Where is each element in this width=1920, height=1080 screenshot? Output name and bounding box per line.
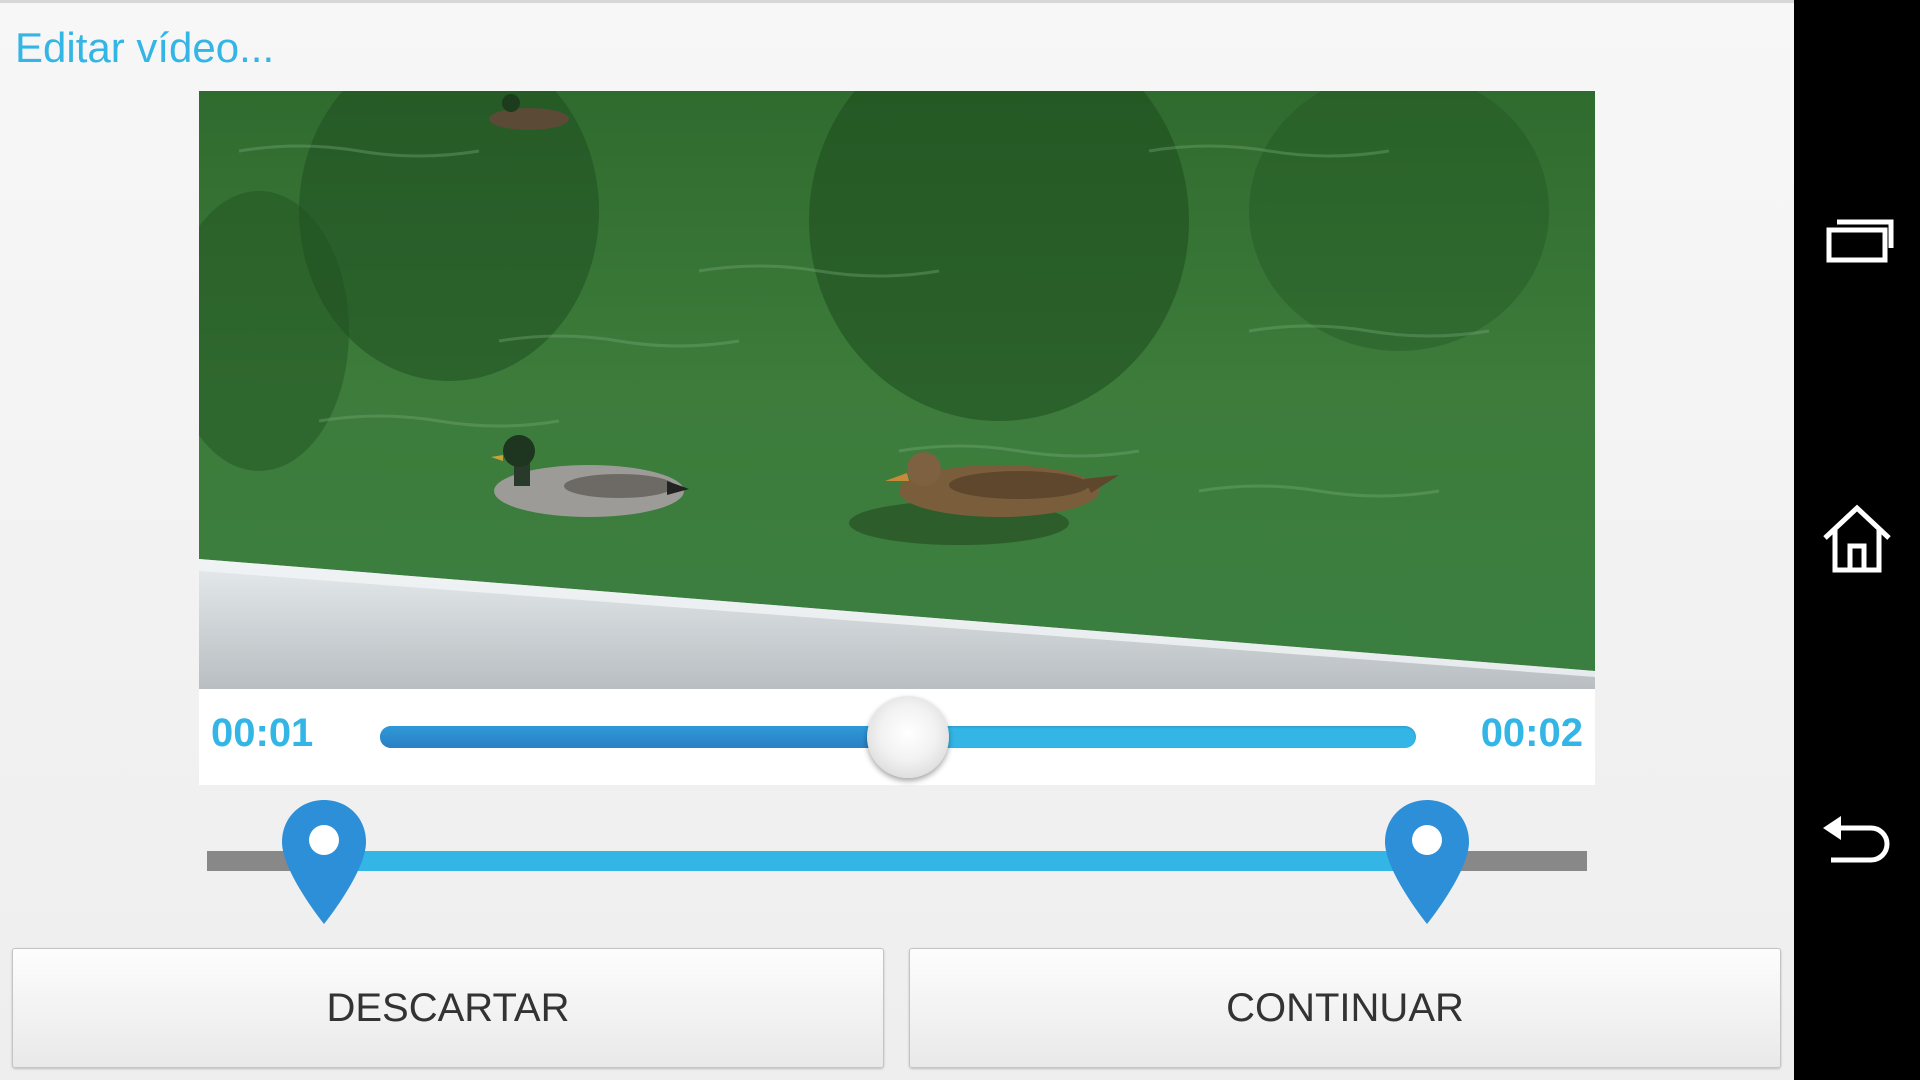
continue-button[interactable]: CONTINUAR: [909, 948, 1781, 1068]
home-icon[interactable]: [1817, 500, 1897, 580]
recent-apps-icon[interactable]: [1817, 200, 1897, 280]
current-time-label: 00:01: [211, 711, 314, 755]
video-editor-screen: Editar vídeo... 00:01 00:02 DESCARTAR CO…: [0, 0, 1794, 1080]
playback-scrubber-thumb[interactable]: [867, 696, 950, 778]
top-divider: [0, 0, 1794, 3]
system-navigation-bar: [1794, 0, 1920, 1080]
total-time-label: 00:02: [1480, 711, 1583, 755]
playback-progress-bar[interactable]: [380, 696, 1416, 778]
playback-progress-fill: [380, 726, 909, 748]
discard-button[interactable]: DESCARTAR: [12, 948, 884, 1068]
video-frame-image: [199, 91, 1595, 689]
back-icon[interactable]: [1817, 800, 1897, 880]
page-title: Editar vídeo...: [15, 24, 275, 71]
trim-selected-range: [324, 851, 1427, 871]
trim-end-marker-icon[interactable]: [1383, 798, 1471, 926]
video-preview[interactable]: [199, 91, 1595, 689]
trim-start-marker-icon[interactable]: [280, 798, 368, 926]
playback-controls: 00:01 00:02: [199, 689, 1595, 785]
trim-range-slider[interactable]: [207, 800, 1587, 924]
